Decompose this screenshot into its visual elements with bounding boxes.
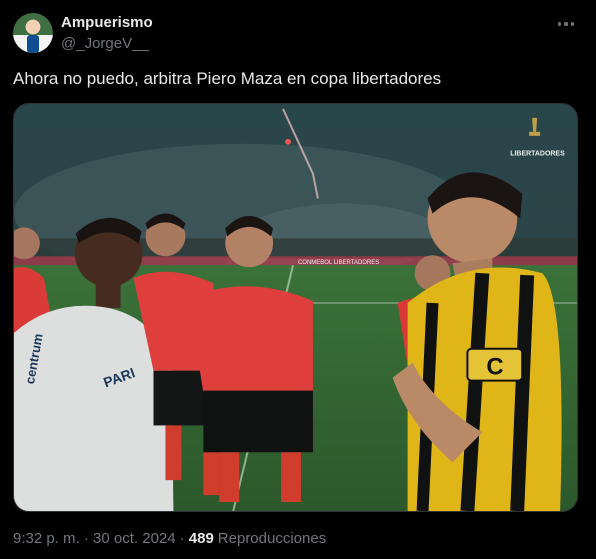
views-count: 489 (188, 530, 214, 547)
author-handle[interactable]: @_JorgeV__ (61, 35, 149, 52)
match-photo: CONMEBOL LIBERTADORES LIBERTADORES centr… (14, 104, 577, 511)
tweet-text: Ahora no puedo, arbitra Piero Maza en co… (13, 69, 442, 88)
tweet: Ampuerismo @_JorgeV__ Ahora no puedo, ar… (0, 0, 596, 559)
more-options-button[interactable] (554, 12, 578, 36)
more-icon (557, 22, 575, 26)
timestamp[interactable]: 9:32 p. m. · 30 oct. 2024 · (13, 530, 185, 547)
tweet-media-photo[interactable]: CONMEBOL LIBERTADORES LIBERTADORES centr… (13, 103, 578, 512)
author-display-name[interactable]: Ampuerismo (61, 14, 153, 31)
views-label: Reproducciones (217, 530, 327, 547)
tweet-meta: 9:32 p. m. · 30 oct. 2024 · 489 Reproduc… (13, 530, 326, 547)
avatar[interactable] (13, 13, 53, 53)
